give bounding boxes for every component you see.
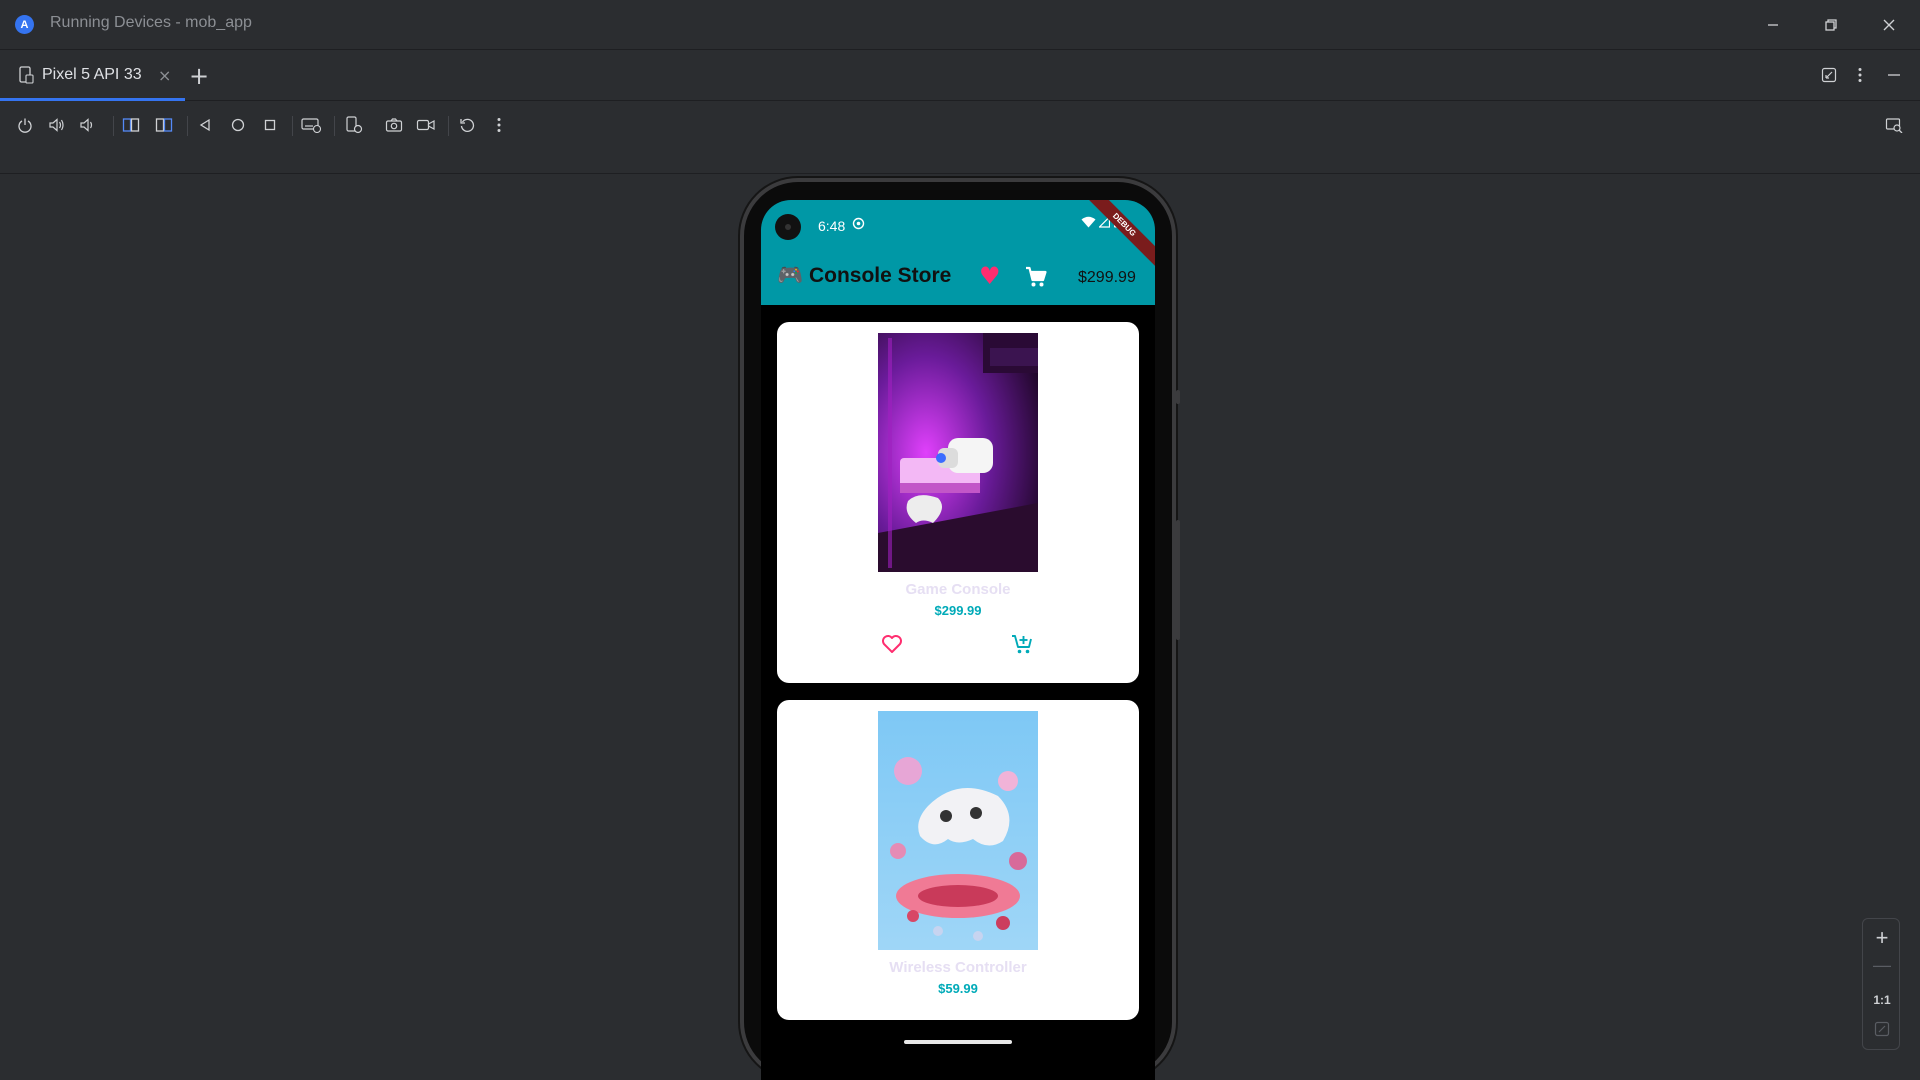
restore-icon <box>1825 19 1837 31</box>
android-studio-logo-icon: A <box>15 15 34 34</box>
product-card[interactable]: Game Console $299.99 <box>777 322 1139 683</box>
layout-inspector-icon[interactable] <box>1883 114 1905 136</box>
cart-icon[interactable] <box>1025 266 1047 292</box>
keyboard-icon[interactable] <box>300 114 322 136</box>
zoom-in-icon[interactable]: + <box>1863 925 1901 951</box>
power-icon[interactable] <box>14 114 36 136</box>
product-image <box>878 333 1038 572</box>
product-image <box>878 711 1038 950</box>
volume-up-icon[interactable] <box>46 114 68 136</box>
app-title: 🎮 Console Store <box>777 264 952 287</box>
rotate-left-icon[interactable] <box>120 114 142 136</box>
minimize-button[interactable] <box>1760 12 1786 38</box>
status-settings-icon <box>852 217 865 234</box>
zoom-actual-size-button[interactable]: 1:1 <box>1863 993 1901 1007</box>
phone-button <box>1176 390 1180 404</box>
favorite-outline-icon[interactable] <box>881 634 903 658</box>
device-icon <box>19 65 34 84</box>
device-tab-bar: Pixel 5 API 33 × + <box>0 51 1920 101</box>
home-icon[interactable] <box>227 114 249 136</box>
wifi-icon <box>1081 216 1096 228</box>
more-options-icon[interactable] <box>1849 64 1871 86</box>
product-card[interactable]: Wireless Controller $59.99 <box>777 700 1139 1020</box>
overview-icon[interactable] <box>259 114 281 136</box>
rotate-right-icon[interactable] <box>153 114 175 136</box>
cart-total: $299.99 <box>1078 269 1136 286</box>
device-screen[interactable]: 6:48 DEBUG 🎮 Console Store ♥ $299.99 Gam… <box>761 200 1155 1080</box>
back-icon[interactable] <box>194 114 216 136</box>
add-device-icon[interactable]: + <box>189 62 209 90</box>
debug-banner: DEBUG <box>1080 200 1155 269</box>
hide-panel-icon[interactable] <box>1883 64 1905 86</box>
volume-down-icon[interactable] <box>77 114 99 136</box>
screenshot-icon[interactable] <box>383 114 405 136</box>
product-price: $59.99 <box>938 981 978 996</box>
window-title: Running Devices - mob_app <box>50 14 252 31</box>
zoom-fit-icon[interactable] <box>1863 1021 1901 1042</box>
favorites-heart-icon[interactable]: ♥ <box>979 264 1001 288</box>
close-tab-icon[interactable]: × <box>158 66 171 85</box>
close-icon <box>1883 19 1895 31</box>
product-name: Game Console <box>905 581 1011 598</box>
zoom-out-icon[interactable]: — <box>1863 955 1901 976</box>
status-time: 6:48 <box>818 218 846 234</box>
restore-button[interactable] <box>1818 12 1844 38</box>
phone-button <box>1176 520 1180 640</box>
tab-label: Pixel 5 API 33 <box>42 65 142 83</box>
gesture-home-bar[interactable] <box>904 1040 1012 1044</box>
window-mode-icon[interactable] <box>1818 64 1840 86</box>
add-to-cart-icon[interactable] <box>1011 633 1033 659</box>
minimize-icon <box>1768 24 1778 26</box>
product-price: $299.99 <box>934 603 982 618</box>
device-settings-icon[interactable] <box>343 114 365 136</box>
camera-cutout <box>775 214 801 240</box>
device-toolbar <box>0 102 1920 174</box>
title-bar: A Running Devices - mob_app <box>0 0 1920 50</box>
reset-icon[interactable] <box>456 114 478 136</box>
screen-record-icon[interactable] <box>415 114 437 136</box>
close-window-button[interactable] <box>1876 12 1902 38</box>
toolbar-more-icon[interactable] <box>488 114 510 136</box>
app-bar: 6:48 DEBUG 🎮 Console Store ♥ $299.99 <box>761 200 1155 305</box>
zoom-controls: + — 1:1 <box>1862 918 1900 1050</box>
product-name: Wireless Controller <box>889 959 1027 976</box>
